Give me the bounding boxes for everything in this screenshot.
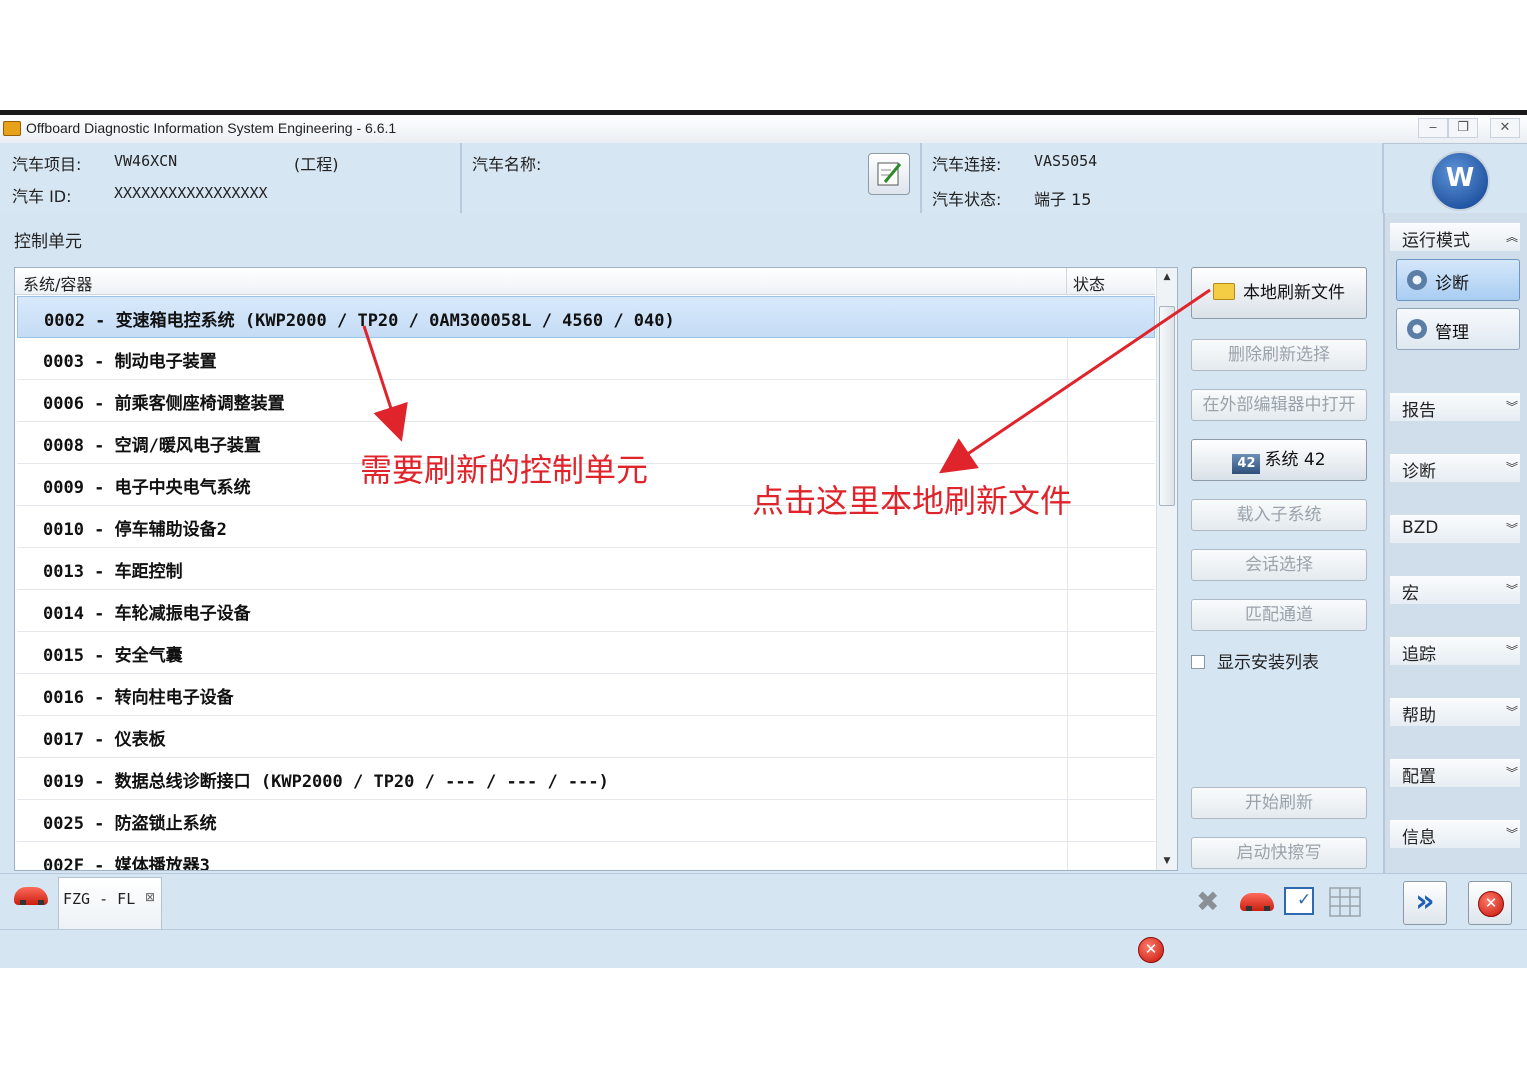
annotation-arrows xyxy=(362,288,1211,474)
arrow-to-local-flash-button xyxy=(939,288,1211,474)
arrow-to-control-unit xyxy=(362,325,408,442)
